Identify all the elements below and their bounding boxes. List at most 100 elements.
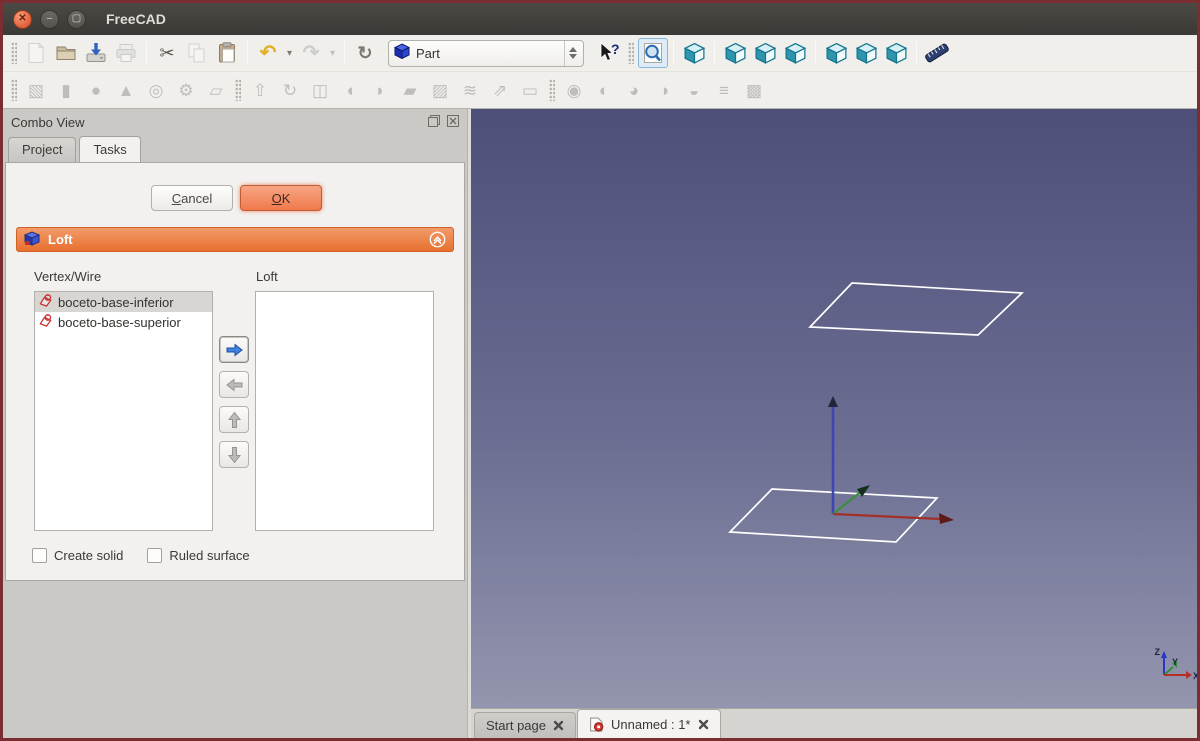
copy-button (182, 38, 212, 68)
part-ruled-surface-button: ▨ (425, 75, 455, 105)
view-bottom-icon (854, 41, 879, 66)
list-item[interactable]: boceto-base-inferior (35, 292, 212, 312)
workbench-spinner[interactable] (564, 41, 581, 66)
3d-viewport[interactable]: ZYX (471, 109, 1197, 708)
toolbar-separator (673, 41, 674, 65)
dock-close-icon[interactable] (447, 115, 459, 130)
part-section-icon: ◒ (689, 82, 699, 99)
document-tabbar: Start page Unnamed : 1* (471, 708, 1197, 738)
corner-z-label: Z (1155, 647, 1161, 657)
toolbar-handle[interactable] (235, 79, 241, 101)
sketch-icon (38, 313, 53, 331)
checkbox-label: Ruled surface (169, 548, 249, 563)
cancel-button[interactable]: Cancel (151, 185, 233, 211)
undo-button[interactable]: ↶ (253, 38, 283, 68)
right-arrow-icon (226, 343, 243, 357)
checkbox-box[interactable] (32, 548, 47, 563)
corner-z-arrowhead (1161, 651, 1167, 658)
move-left-button (219, 371, 249, 398)
toolbar-handle[interactable] (628, 42, 634, 64)
tab-tasks[interactable]: Tasks (79, 136, 140, 162)
part-sweep-button: ⇗ (485, 75, 515, 105)
part-shape-builder-button: ▱ (201, 75, 231, 105)
options-row: Create solid Ruled surface (32, 548, 250, 563)
view-right-icon (783, 41, 808, 66)
move-up-button (219, 406, 249, 433)
part-toolbar: ▧▮●▲◎⚙▱⇧↻◫◖◗▰▨≋⇗▭◉◐◕◑◒≡▩ (7, 75, 769, 105)
corner-x-arrowhead (1186, 671, 1192, 679)
toolbar-area: ✂↶▾↷▾↻ Part ? ▧▮●▲◎⚙▱⇧↻◫◖◗▰▨≋⇗▭◉◐◕◑◒≡▩ (3, 35, 1197, 109)
window-minimize-button[interactable]: – (40, 10, 59, 29)
part-chamfer-button: ◗ (365, 75, 395, 105)
svg-text:?: ? (611, 41, 620, 57)
checkbox-ruled-surface[interactable]: Ruled surface (147, 548, 249, 563)
list-item[interactable]: boceto-base-superior (35, 312, 212, 332)
tab-project[interactable]: Project (8, 137, 76, 162)
tasks-panel: Cancel OK Loft Vertex/Wire Loft boceto-b… (5, 162, 465, 581)
window-maximize-button[interactable]: ▢ (67, 10, 86, 29)
move-right-button[interactable] (219, 336, 249, 363)
open-file-icon (54, 41, 78, 65)
file-toolbar: ✂↶▾↷▾↻ (7, 38, 380, 68)
whats-this-button[interactable]: ? (594, 38, 624, 68)
part-cylinder-button: ▮ (51, 75, 81, 105)
part-make-face-icon: ▰ (403, 82, 416, 99)
part-ruled-surface-icon: ▨ (432, 82, 448, 99)
tab-close-icon[interactable] (698, 719, 709, 730)
ok-button[interactable]: OK (240, 185, 322, 211)
part-common-icon: ◑ (659, 82, 669, 99)
part-extrude-button: ⇧ (245, 75, 275, 105)
toolbar-row-1: ✂↶▾↷▾↻ Part ? (3, 35, 1197, 71)
view-top-button[interactable] (750, 38, 780, 68)
document-tab-label: Start page (486, 718, 546, 733)
view-right-button[interactable] (780, 38, 810, 68)
window-close-button[interactable]: ✕ (13, 10, 32, 29)
workbench-selector[interactable]: Part (388, 40, 584, 67)
fit-all-icon (641, 41, 665, 65)
checkbox-label: Create solid (54, 548, 123, 563)
cut-button[interactable]: ✂ (152, 38, 182, 68)
save-file-button[interactable] (81, 38, 111, 68)
fit-all-button[interactable] (638, 38, 668, 68)
part-make-face-button: ▰ (395, 75, 425, 105)
sketch-upper[interactable] (810, 283, 1022, 335)
freecad-window: ✕ – ▢ FreeCAD ✂↶▾↷▾↻ Part ? ▧▮●▲◎⚙▱⇧↻◫◖◗… (0, 0, 1200, 741)
down-arrow-icon (227, 446, 241, 463)
list-item-label: boceto-base-superior (58, 315, 181, 330)
open-file-button[interactable] (51, 38, 81, 68)
print-button (111, 38, 141, 68)
move-down-button (219, 441, 249, 468)
vertex-wire-listbox[interactable]: boceto-base-inferior boceto-base-superior (34, 291, 213, 531)
undo-history-dropdown-icon[interactable]: ▾ (283, 38, 296, 68)
checkbox-create-solid[interactable]: Create solid (32, 548, 123, 563)
refresh-button[interactable]: ↻ (350, 38, 380, 68)
part-cut-button: ◐ (589, 75, 619, 105)
document-tab-start-page[interactable]: Start page (474, 712, 576, 738)
toolbar-handle[interactable] (11, 79, 17, 101)
view-axonometric-button[interactable] (679, 38, 709, 68)
part-common-button: ◑ (649, 75, 679, 105)
toolbar-separator (916, 41, 917, 65)
workbench-cube-icon (394, 43, 410, 64)
vertex-wire-label: Vertex/Wire (34, 269, 101, 284)
toolbar-handle[interactable] (11, 42, 17, 64)
loft-task-header[interactable]: Loft (16, 227, 454, 252)
loft-listbox[interactable] (255, 291, 434, 531)
dock-float-icon[interactable] (428, 115, 440, 130)
checkbox-box[interactable] (147, 548, 162, 563)
collapse-section-icon[interactable] (429, 231, 446, 248)
view-front-button[interactable] (720, 38, 750, 68)
paste-button[interactable] (212, 38, 242, 68)
tab-close-icon[interactable] (553, 720, 564, 731)
view-rear-button[interactable] (821, 38, 851, 68)
part-offset-button: ▭ (515, 75, 545, 105)
toolbar-handle[interactable] (549, 79, 555, 101)
document-tab-unnamed-1[interactable]: Unnamed : 1* (577, 709, 721, 738)
x-axis-arrowhead (939, 513, 954, 524)
part-defeaturing-button: ▩ (739, 75, 769, 105)
measure-distance-button[interactable] (922, 38, 952, 68)
toolbar-separator (815, 41, 816, 65)
view-left-button[interactable] (881, 38, 911, 68)
view-bottom-button[interactable] (851, 38, 881, 68)
part-cut-icon: ◐ (599, 82, 609, 99)
